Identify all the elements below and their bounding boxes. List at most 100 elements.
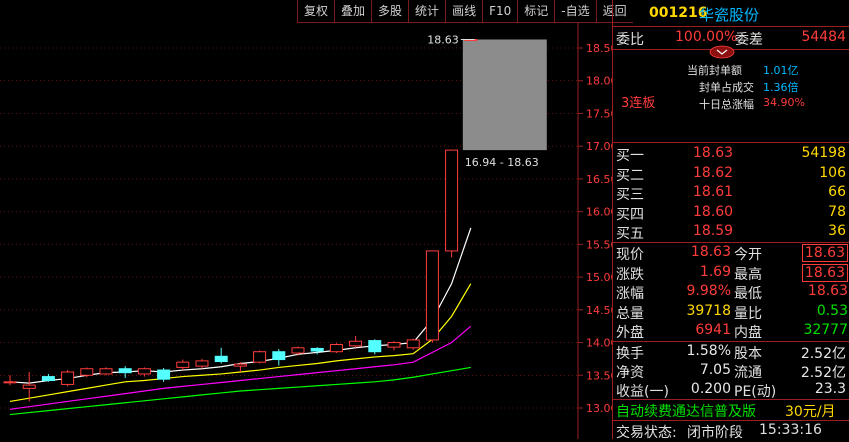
candle-body (349, 340, 363, 347)
candle-body (291, 347, 305, 354)
fund-value: 2.52亿 (800, 365, 846, 381)
bid-row[interactable]: 买二 18.62 106 (613, 164, 849, 184)
candle-body (272, 351, 286, 361)
seal-amount-label: 当前封单额 (687, 64, 742, 77)
candle-body (310, 347, 324, 352)
toolbar-button-3[interactable]: 统计 (408, 0, 445, 22)
bid-volume: 106 (819, 164, 846, 181)
quote-label: 外盘 (616, 325, 644, 341)
quote-label: 内盘 (734, 325, 762, 341)
candle (329, 343, 343, 354)
candle-body (387, 342, 401, 348)
quote-value: 18.63 (690, 244, 731, 260)
quote-value: 18.63 (801, 244, 848, 262)
bid-price: 18.60 (693, 203, 734, 220)
limit-range-label: 16.94 - 18.63 (465, 156, 539, 169)
fund-value: 1.58% (686, 343, 731, 359)
quote-value: 18.63 (807, 283, 848, 299)
weicha-value: 54484 (801, 29, 846, 45)
promo-price[interactable]: 30元/月 (785, 401, 836, 421)
toolbar-button-0[interactable]: 复权 (297, 0, 334, 22)
bid-volume: 54198 (801, 145, 846, 161)
fund-label: 换手 (616, 346, 644, 362)
candle-body (41, 376, 55, 382)
candle-body (233, 363, 247, 367)
bid-row[interactable]: 买三 18.61 66 (613, 183, 849, 203)
fund-value: 7.05 (699, 362, 731, 378)
fund-label: 收益(一) (616, 384, 669, 400)
candle-body (99, 368, 113, 375)
bid-price: 18.61 (693, 184, 734, 200)
bid-row[interactable]: 买一 18.63 54198 (613, 144, 849, 164)
kline-chart[interactable]: 18.50 18.00 17.50 17.00 16.50 16.00 15.50 15.00… (0, 0, 612, 439)
candle-body (22, 384, 36, 389)
y-tick-label: 14.00 (586, 337, 612, 350)
y-tick-label: 13.00 (586, 402, 612, 415)
promo-text[interactable]: 自动续费通达信普及版 (616, 401, 756, 421)
bid-volume: 36 (828, 223, 846, 239)
chart-toolbar: 复权 叠加 多股 统计 画线 F10 标记 -自选 返回 (297, 0, 633, 23)
bid-row[interactable]: 买五 18.59 36 (613, 222, 849, 242)
candle-body (425, 250, 439, 341)
promo-row[interactable]: 自动续费通达信普及版 30元/月 (613, 400, 849, 420)
fund-value: 23.3 (814, 381, 846, 397)
stock-name[interactable]: 华瓷股份 (699, 4, 759, 25)
quote-value: 9.98% (686, 283, 731, 299)
fund-row: 换手 1.58% 股本 2.52亿 (613, 342, 849, 362)
bid-label: 买四 (616, 206, 644, 223)
candle-body (176, 361, 190, 368)
candle-body (329, 344, 343, 353)
quote-row: 现价 18.63 今开 18.63 (613, 243, 849, 263)
quote-row: 外盘 6941 内盘 32777 (613, 321, 849, 341)
bid-row[interactable]: 买四 18.60 78 (613, 203, 849, 223)
candle-body (214, 355, 228, 363)
toolbar-button-1[interactable]: 叠加 (334, 0, 371, 22)
status-row: 交易状态: 闭市阶段 15:33:16 (613, 421, 849, 441)
quote-label: 总量 (616, 305, 644, 322)
candle-body (445, 149, 459, 252)
ten-day-gain-label: 十日总涨幅 (699, 98, 754, 111)
y-tick-label: 17.00 (586, 140, 612, 153)
candle-body (195, 360, 209, 367)
fund-label: 流通 (734, 365, 762, 381)
quote-value: 18.63 (801, 263, 848, 282)
status-time: 15:33:16 (759, 422, 822, 438)
bid-label: 买五 (616, 226, 644, 242)
candle-body (137, 368, 151, 375)
toolbar-button-4[interactable]: 画线 (445, 0, 482, 22)
fund-value: 2.52亿 (800, 346, 846, 362)
y-tick-label: 16.00 (586, 206, 612, 219)
quote-label: 量比 (734, 305, 762, 322)
toolbar-button-5[interactable]: F10 (482, 0, 517, 22)
weibi-label: 委比 (616, 32, 644, 48)
fund-label: 股本 (734, 346, 762, 362)
status-label: 交易状态: (616, 425, 677, 441)
bid-label: 买一 (616, 148, 644, 164)
candle (445, 149, 459, 258)
y-tick-label: 15.50 (586, 238, 612, 251)
quote-value: 39718 (686, 302, 731, 319)
candle-body (118, 368, 132, 374)
candle-body (157, 369, 171, 380)
quote-value: 0.53 (816, 302, 848, 319)
bid-label: 买三 (616, 187, 644, 203)
bid-price: 18.59 (693, 223, 734, 239)
toolbar-button-7[interactable]: -自选 (554, 0, 595, 22)
seal-ratio-label: 封单占成交 (699, 81, 754, 94)
seal-ratio-value: 1.36倍 (763, 81, 799, 94)
limit-price-label: 18.63 (427, 33, 459, 46)
y-tick-label: 13.50 (586, 369, 612, 382)
y-tick-label: 18.50 (586, 42, 612, 55)
toolbar-button-2[interactable]: 多股 (371, 0, 408, 22)
status-value: 闭市阶段 (687, 425, 743, 441)
quote-panel: 001216 华瓷股份 委比 100.00% 委差 54484 3连板 当前封单… (613, 0, 849, 441)
limit-streak: 3连板 (621, 96, 656, 111)
y-tick-label: 17.50 (586, 107, 612, 120)
ten-day-gain-value: 34.90% (763, 96, 805, 109)
toolbar-button-6[interactable]: 标记 (517, 0, 554, 22)
quote-label: 今开 (734, 247, 762, 263)
weicha-label: 委差 (735, 32, 763, 48)
candle (425, 250, 439, 343)
quote-label: 最低 (734, 286, 762, 302)
fund-value: 0.200 (690, 381, 731, 397)
